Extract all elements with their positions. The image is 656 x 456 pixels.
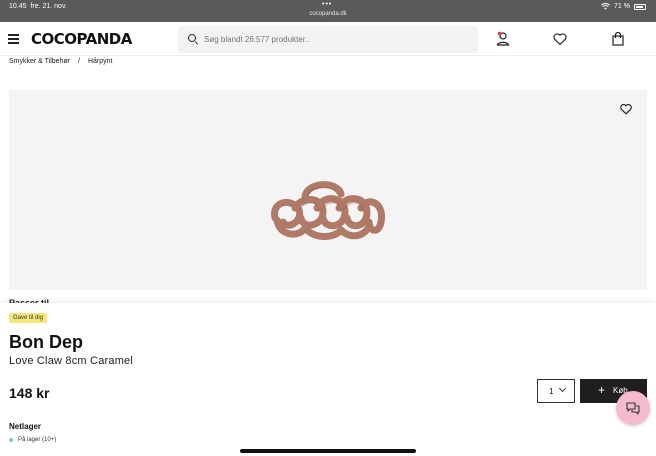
- site-header: COCOPANDA: [0, 22, 656, 56]
- bag-icon[interactable]: [610, 31, 626, 47]
- heart-icon[interactable]: [552, 31, 568, 47]
- in-stock-dot-icon: [9, 438, 13, 442]
- product-info-sheet: Gave til dig Bon Dep Love Claw 8cm Caram…: [0, 303, 656, 456]
- status-right: 71 %: [601, 3, 646, 10]
- site-logo[interactable]: COCOPANDA: [31, 30, 132, 48]
- user-icon[interactable]: [495, 31, 511, 47]
- product-name: Love Claw 8cm Caramel: [9, 355, 134, 367]
- status-time: 10.45 fre. 21. nov.: [9, 3, 67, 10]
- battery-percent: 71 %: [614, 3, 630, 10]
- battery-icon: [634, 3, 646, 10]
- plus-icon: +: [598, 383, 606, 397]
- home-indicator[interactable]: [240, 449, 416, 453]
- product-price: 148 kr: [9, 385, 50, 401]
- breadcrumb-separator: /: [78, 58, 80, 65]
- stock-heading: Netlager: [9, 422, 42, 431]
- more-dots-icon[interactable]: •••: [322, 1, 332, 8]
- breadcrumb-item-jewelry[interactable]: Smykker & Tilbehør: [9, 58, 70, 65]
- breadcrumb: Smykker & Tilbehør / Hårpynt: [9, 58, 112, 65]
- product-image-area[interactable]: [9, 90, 647, 290]
- chat-button[interactable]: [616, 391, 650, 425]
- gift-badge: Gave til dig: [9, 313, 48, 323]
- chevron-down-icon: [558, 384, 567, 393]
- breadcrumb-item-hair-accessories[interactable]: Hårpynt: [88, 58, 113, 65]
- menu-icon[interactable]: [8, 34, 19, 44]
- stock-status: På lager (10+): [9, 437, 56, 443]
- product-brand[interactable]: Bon Dep: [9, 332, 83, 353]
- search-icon[interactable]: [188, 34, 196, 42]
- address-bar-url[interactable]: cocopanda.dk: [0, 11, 656, 17]
- quantity-value: 1: [549, 387, 554, 396]
- quantity-select[interactable]: 1: [537, 379, 575, 403]
- search-input[interactable]: [204, 32, 464, 47]
- wishlist-heart-icon[interactable]: [619, 102, 633, 116]
- product-image: [271, 181, 386, 240]
- search-bar[interactable]: [178, 26, 478, 53]
- status-bar: 10.45 fre. 21. nov. ••• cocopanda.dk 71 …: [0, 0, 656, 22]
- chat-icon: [626, 402, 640, 415]
- stock-status-text: På lager (10+): [18, 437, 57, 443]
- wifi-icon: [601, 3, 610, 10]
